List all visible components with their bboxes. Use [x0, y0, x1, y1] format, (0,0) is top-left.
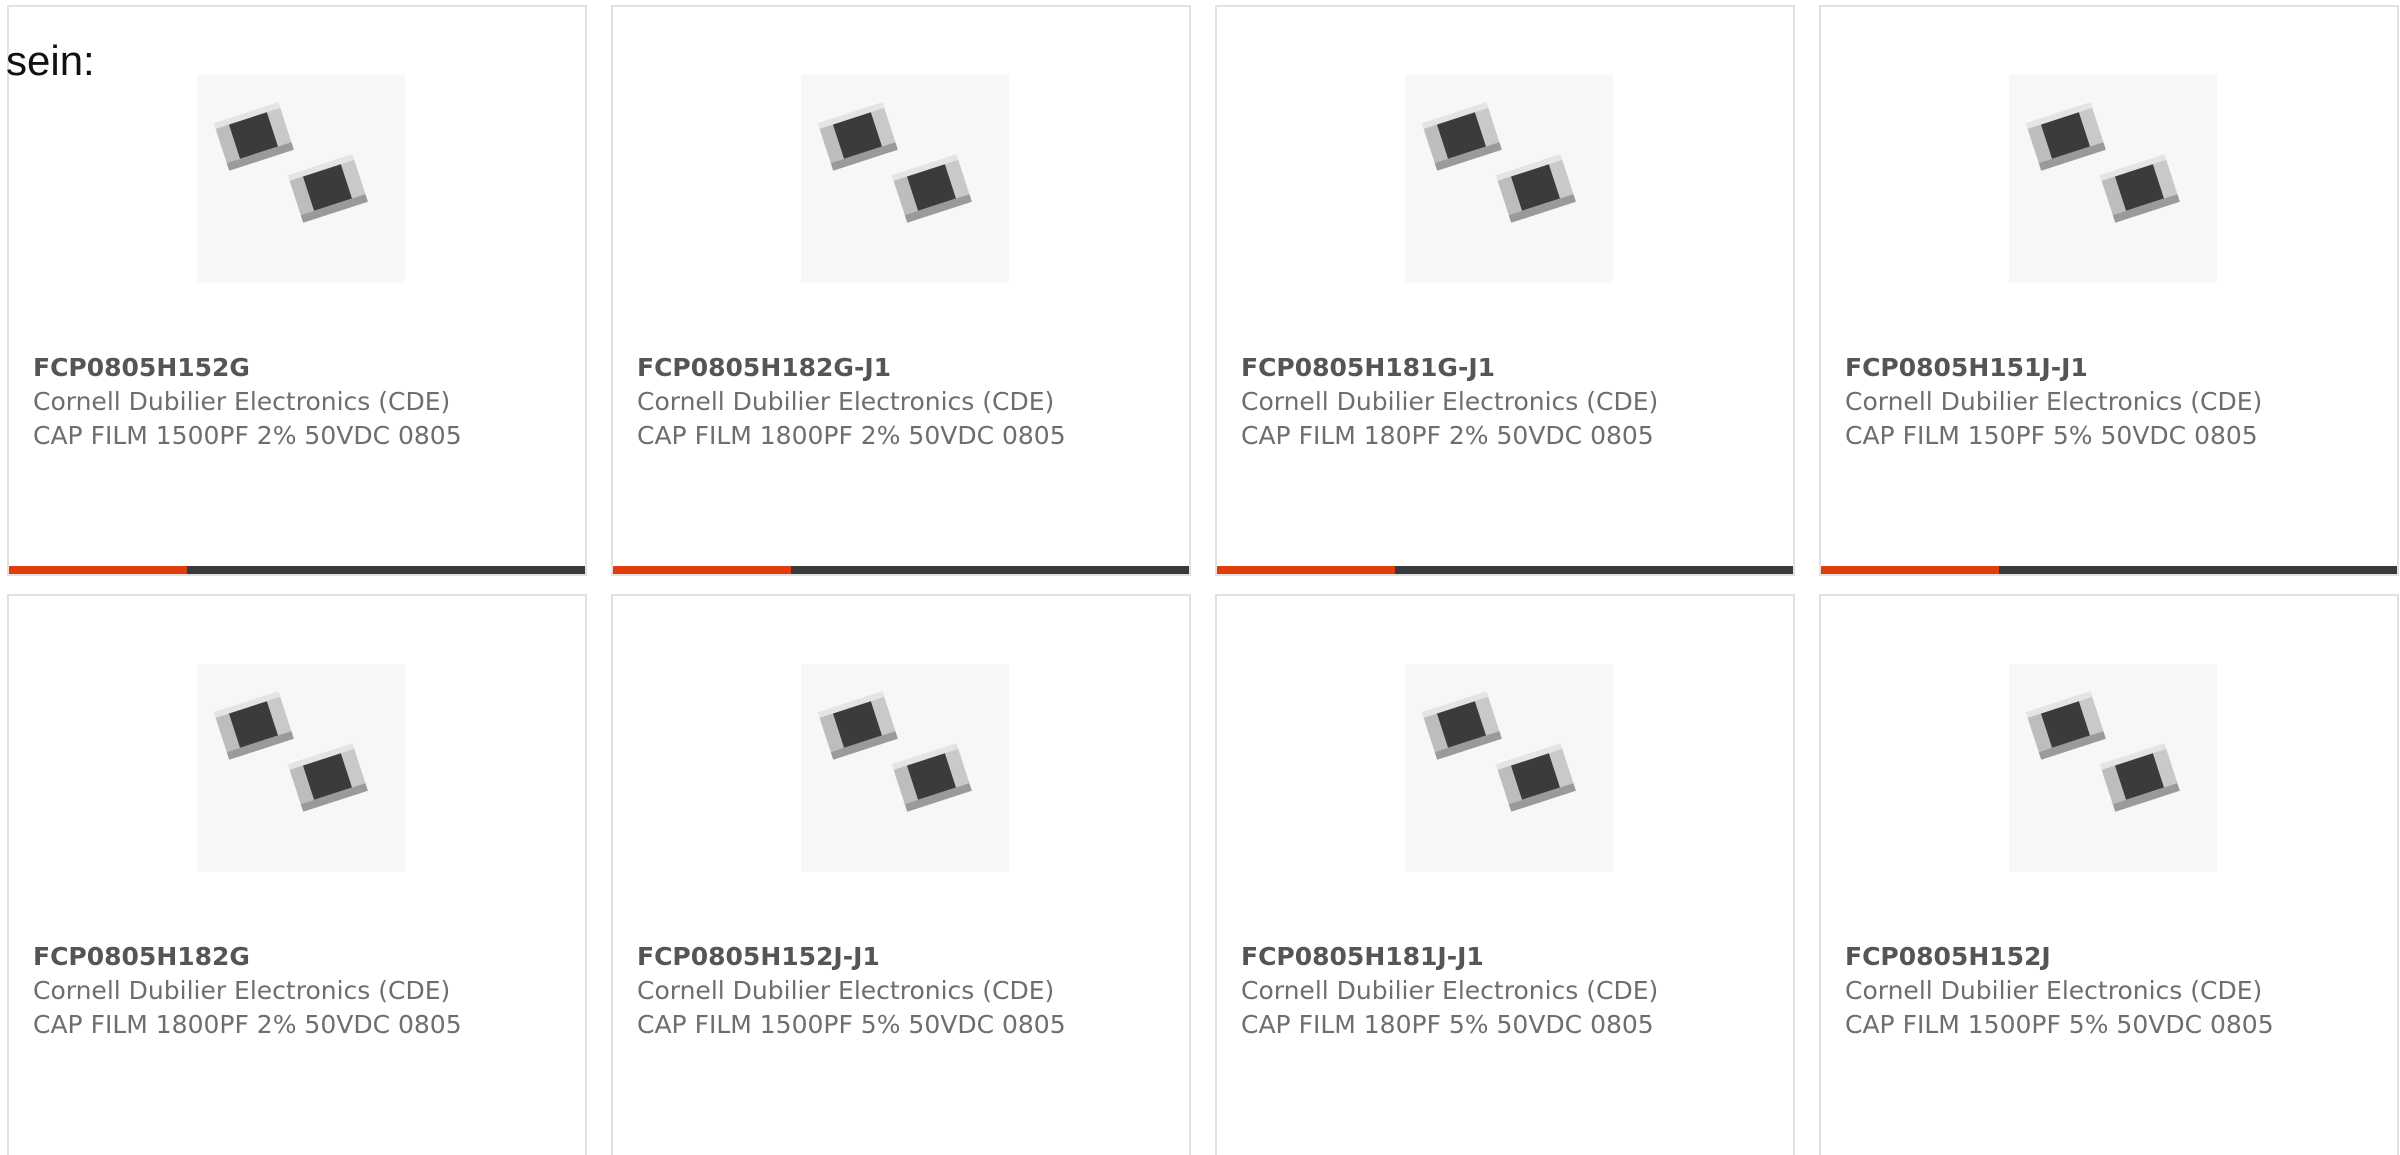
part-number[interactable]: FCP0805H151J-J1	[1845, 351, 2285, 385]
product-description: CAP FILM 1500PF 5% 50VDC 0805	[1845, 1010, 2274, 1039]
product-info: FCP0805H182G Cornell Dubilier Electronics…	[33, 940, 473, 1042]
product-info: FCP0805H151J-J1 Cornell Dubilier Electron…	[1845, 351, 2285, 453]
product-info: FCP0805H152J Cornell Dubilier Electronics…	[1845, 940, 2285, 1042]
smd-capacitor-image	[817, 691, 972, 812]
part-number[interactable]: FCP0805H152G	[33, 351, 473, 385]
smd-capacitor-image	[213, 102, 368, 223]
smd-capacitor-image	[2025, 691, 2180, 812]
manufacturer: Cornell Dubilier Electronics (CDE)	[33, 976, 451, 1005]
product-info: FCP0805H152J-J1 Cornell Dubilier Electron…	[637, 940, 1077, 1042]
part-number[interactable]: FCP0805H182G-J1	[637, 351, 1077, 385]
progress-bar-fill	[613, 566, 791, 574]
part-number[interactable]: FCP0805H181G-J1	[1241, 351, 1681, 385]
smd-capacitor-image	[1421, 102, 1576, 223]
product-card[interactable]: FCP0805H182G-J1 Cornell Dubilier Electron…	[611, 5, 1191, 576]
product-card[interactable]: FCP0805H152J Cornell Dubilier Electronics…	[1819, 594, 2399, 1155]
product-description: CAP FILM 1800PF 2% 50VDC 0805	[637, 421, 1066, 450]
manufacturer: Cornell Dubilier Electronics (CDE)	[637, 387, 1055, 416]
product-grid: FCP0805H152G Cornell Dubilier Electronics…	[0, 0, 2400, 1155]
product-info: FCP0805H181J-J1 Cornell Dubilier Electron…	[1241, 940, 1681, 1042]
smd-capacitor-image	[817, 102, 972, 223]
product-description: CAP FILM 1800PF 2% 50VDC 0805	[33, 1010, 462, 1039]
product-card[interactable]: FCP0805H151J-J1 Cornell Dubilier Electron…	[1819, 5, 2399, 576]
product-card[interactable]: FCP0805H182G Cornell Dubilier Electronics…	[7, 594, 587, 1155]
progress-bar	[1821, 566, 2397, 574]
product-card[interactable]: FCP0805H181G-J1 Cornell Dubilier Electron…	[1215, 5, 1795, 576]
product-info: FCP0805H182G-J1 Cornell Dubilier Electron…	[637, 351, 1077, 453]
progress-bar	[1217, 566, 1793, 574]
smd-capacitor-image	[2025, 102, 2180, 223]
part-number[interactable]: FCP0805H152J-J1	[637, 940, 1077, 974]
product-image[interactable]	[197, 664, 405, 872]
progress-bar	[613, 566, 1189, 574]
product-description: CAP FILM 1500PF 2% 50VDC 0805	[33, 421, 462, 450]
progress-bar-fill	[1821, 566, 1999, 574]
manufacturer: Cornell Dubilier Electronics (CDE)	[637, 976, 1055, 1005]
part-number[interactable]: FCP0805H182G	[33, 940, 473, 974]
manufacturer: Cornell Dubilier Electronics (CDE)	[33, 387, 451, 416]
product-description: CAP FILM 150PF 5% 50VDC 0805	[1845, 421, 2258, 450]
part-number[interactable]: FCP0805H181J-J1	[1241, 940, 1681, 974]
manufacturer: Cornell Dubilier Electronics (CDE)	[1241, 387, 1659, 416]
section-heading: sein:	[6, 37, 95, 84]
progress-bar-fill	[9, 566, 187, 574]
progress-bar-fill	[1217, 566, 1395, 574]
product-card[interactable]: FCP0805H181J-J1 Cornell Dubilier Electron…	[1215, 594, 1795, 1155]
product-description: CAP FILM 180PF 2% 50VDC 0805	[1241, 421, 1654, 450]
product-image[interactable]	[197, 75, 405, 283]
manufacturer: Cornell Dubilier Electronics (CDE)	[1241, 976, 1659, 1005]
product-image[interactable]	[801, 75, 1009, 283]
manufacturer: Cornell Dubilier Electronics (CDE)	[1845, 387, 2263, 416]
product-description: CAP FILM 1500PF 5% 50VDC 0805	[637, 1010, 1066, 1039]
product-info: FCP0805H181G-J1 Cornell Dubilier Electron…	[1241, 351, 1681, 453]
product-image[interactable]	[1405, 75, 1613, 283]
smd-capacitor-image	[1421, 691, 1576, 812]
product-image[interactable]	[801, 664, 1009, 872]
product-card[interactable]: FCP0805H152J-J1 Cornell Dubilier Electron…	[611, 594, 1191, 1155]
product-image[interactable]	[2009, 75, 2217, 283]
product-info: FCP0805H152G Cornell Dubilier Electronics…	[33, 351, 473, 453]
progress-bar	[9, 566, 585, 574]
product-card[interactable]: FCP0805H152G Cornell Dubilier Electronics…	[7, 5, 587, 576]
product-image[interactable]	[1405, 664, 1613, 872]
smd-capacitor-image	[213, 691, 368, 812]
part-number[interactable]: FCP0805H152J	[1845, 940, 2285, 974]
product-description: CAP FILM 180PF 5% 50VDC 0805	[1241, 1010, 1654, 1039]
manufacturer: Cornell Dubilier Electronics (CDE)	[1845, 976, 2263, 1005]
product-image[interactable]	[2009, 664, 2217, 872]
